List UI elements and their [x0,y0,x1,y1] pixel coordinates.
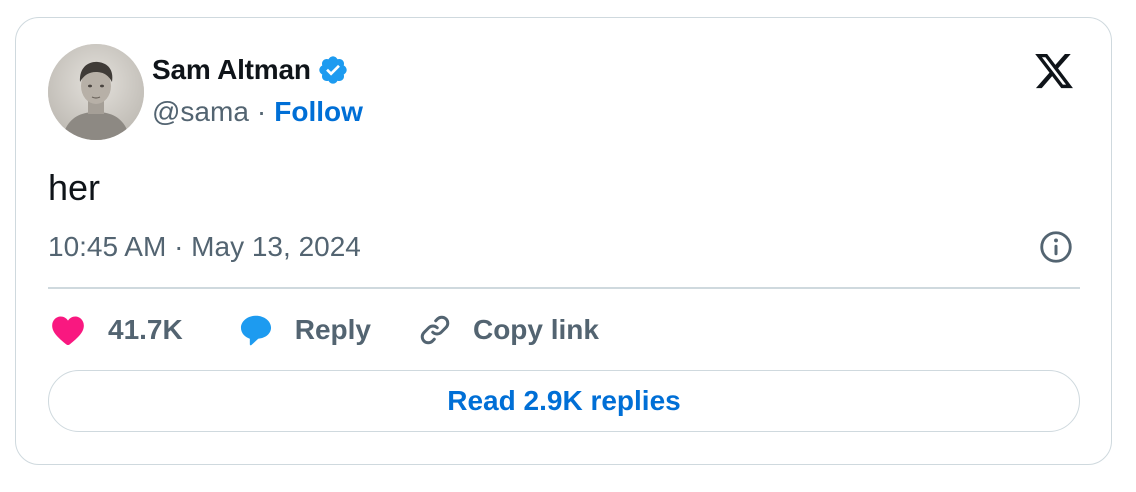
follow-button[interactable]: Follow [274,96,363,128]
author-name[interactable]: Sam Altman [152,54,311,86]
info-icon[interactable] [1038,229,1074,265]
divider [48,287,1080,289]
copy-link-label: Copy link [472,314,599,345]
like-button[interactable]: 41.7K [48,311,183,349]
reply-button[interactable]: Reply [237,311,371,349]
author-handle-row: @sama · Follow [152,94,363,130]
read-replies-label: Read 2.9K replies [447,385,681,416]
author-handle[interactable]: @sama [152,96,249,128]
separator-dot: · [256,96,267,127]
x-logo-icon[interactable] [1030,50,1078,92]
avatar[interactable] [48,44,144,140]
copy-link-button[interactable]: Copy link [417,312,599,348]
avatar-photo [48,44,144,140]
author-name-row: Sam Altman [152,52,349,88]
heart-icon [48,311,88,349]
verified-badge-icon [317,54,349,86]
speech-bubble-icon [237,311,275,349]
link-icon [417,312,453,348]
reply-label: Reply [294,314,371,345]
read-replies-button[interactable]: Read 2.9K replies [48,370,1080,432]
tweet-timestamp[interactable]: 10:45 AM · May 13, 2024 [48,229,361,265]
like-count: 41.7K [108,314,183,345]
action-bar: 41.7K Reply Copy link [48,308,599,352]
tweet-text: her [48,167,101,208]
